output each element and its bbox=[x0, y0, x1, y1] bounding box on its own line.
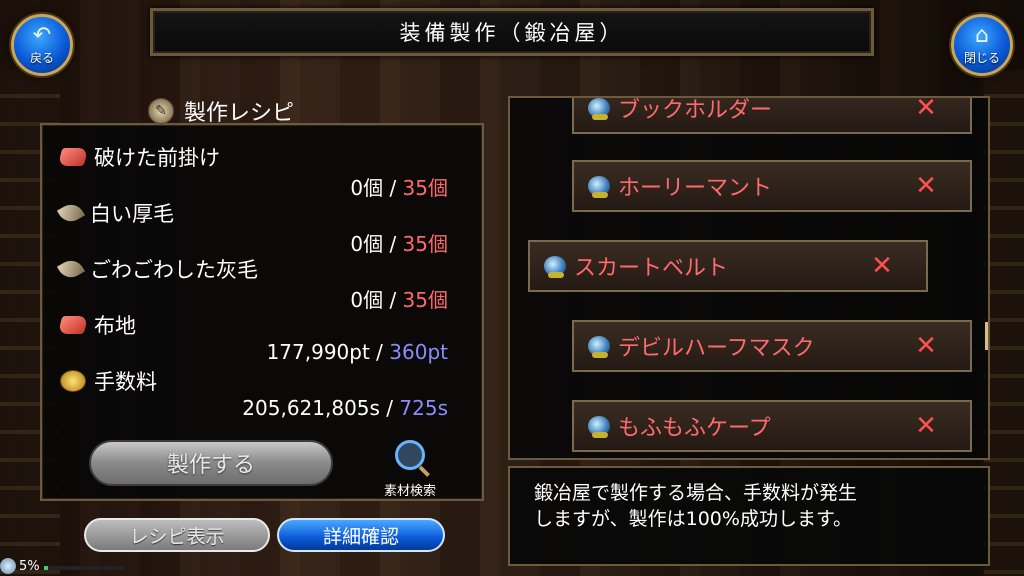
material-need: 35個 bbox=[402, 232, 448, 256]
orb-icon bbox=[0, 558, 16, 574]
helmet-icon bbox=[544, 256, 566, 278]
home-icon: ⌂ bbox=[975, 22, 989, 48]
close-label: 閉じる bbox=[963, 50, 1000, 65]
material-need: 35個 bbox=[402, 288, 448, 312]
material-have: 0個 bbox=[350, 176, 384, 200]
material-need: 360pt bbox=[389, 340, 448, 364]
material-need: 725s bbox=[399, 396, 448, 420]
craft-button[interactable]: 製作する bbox=[89, 440, 333, 486]
material-name: 手数料 bbox=[94, 370, 157, 394]
message-line: 鍛冶屋で製作する場合、手数料が発生 bbox=[534, 482, 858, 504]
material-name: 白い厚毛 bbox=[90, 202, 174, 226]
message-line: しますが、製作は100%成功します。 bbox=[534, 508, 853, 530]
remove-icon[interactable]: ✕ bbox=[906, 171, 946, 201]
list-item[interactable]: ブックホルダー ✕ bbox=[572, 98, 972, 134]
back-button[interactable]: ↶ 戻る bbox=[11, 14, 73, 76]
material-sep: / bbox=[379, 396, 400, 420]
magnifier-icon bbox=[395, 440, 425, 470]
helmet-icon bbox=[588, 176, 610, 198]
scroll-icon: ✎ bbox=[148, 98, 174, 124]
material-have: 205,621,805s bbox=[242, 396, 380, 420]
detail-button[interactable]: 詳細確認 bbox=[277, 518, 445, 552]
list-item-name: ホーリーマント bbox=[618, 176, 773, 201]
list-item[interactable]: デビルハーフマスク ✕ bbox=[572, 320, 972, 372]
helmet-icon bbox=[588, 98, 610, 120]
close-button[interactable]: ⌂ 閉じる bbox=[951, 14, 1013, 76]
title-bar: 装備製作（鍛冶屋） bbox=[150, 8, 874, 56]
helmet-icon bbox=[588, 416, 610, 438]
material-name: 破けた前掛け bbox=[94, 146, 220, 170]
list-item-name: ブックホルダー bbox=[618, 98, 773, 123]
back-label: 戻る bbox=[29, 50, 54, 65]
recipe-header: ✎ 製作レシピ bbox=[148, 94, 348, 128]
message-panel: 鍛冶屋で製作する場合、手数料が発生 しますが、製作は100%成功します。 bbox=[508, 466, 990, 566]
material-name: 布地 bbox=[94, 314, 136, 338]
material-qty: 177,990pt / 360pt bbox=[267, 340, 448, 364]
recipe-title: 製作レシピ bbox=[184, 101, 295, 126]
page-title: 装備製作（鍛冶屋） bbox=[399, 21, 625, 45]
background-bookshelf-right bbox=[984, 70, 1024, 576]
list-item-name: スカートベルト bbox=[574, 256, 729, 281]
remove-icon[interactable]: ✕ bbox=[906, 98, 946, 123]
material-search-label: 素材検索 bbox=[383, 484, 436, 499]
list-item-name: もふもふケープ bbox=[618, 416, 771, 441]
helmet-icon bbox=[588, 336, 610, 358]
remove-icon[interactable]: ✕ bbox=[906, 331, 946, 361]
material-need: 35個 bbox=[402, 176, 448, 200]
cloth-icon bbox=[57, 316, 89, 334]
list-item[interactable]: もふもふケープ ✕ bbox=[572, 400, 972, 452]
status-bar-fill bbox=[44, 566, 48, 570]
cloth-icon bbox=[57, 148, 89, 166]
remove-icon[interactable]: ✕ bbox=[862, 251, 902, 281]
list-item-name: デビルハーフマスク bbox=[618, 336, 815, 361]
list-item[interactable]: ホーリーマント ✕ bbox=[572, 160, 972, 212]
list-item-selected[interactable]: スカートベルト ✕ bbox=[528, 240, 928, 292]
material-sep: / bbox=[383, 288, 403, 312]
recipe-list-panel[interactable]: ブックホルダー ✕ ホーリーマント ✕ スカートベルト ✕ デビルハーフマスク … bbox=[508, 96, 990, 460]
material-qty: 205,621,805s / 725s bbox=[242, 396, 448, 420]
fur-icon bbox=[56, 255, 86, 283]
material-have: 0個 bbox=[350, 288, 384, 312]
back-arrow-icon: ↶ bbox=[32, 22, 52, 48]
material-sep: / bbox=[383, 176, 403, 200]
material-have: 0個 bbox=[350, 232, 384, 256]
material-qty: 0個 / 35個 bbox=[350, 284, 448, 313]
material-have: 177,990pt bbox=[266, 340, 370, 364]
coin-icon bbox=[60, 370, 86, 392]
material-qty: 0個 / 35個 bbox=[350, 172, 448, 201]
recipe-view-button[interactable]: レシピ表示 bbox=[84, 518, 270, 552]
material-name: ごわごわした灰毛 bbox=[90, 258, 258, 282]
list-scrollbar[interactable] bbox=[985, 322, 988, 350]
status-percent: 5% bbox=[19, 558, 40, 574]
fur-icon bbox=[56, 199, 86, 227]
status-bar bbox=[44, 566, 124, 570]
material-sep: / bbox=[369, 340, 390, 364]
material-search-button[interactable]: 素材検索 bbox=[370, 440, 450, 499]
remove-icon[interactable]: ✕ bbox=[906, 411, 946, 441]
material-qty: 0個 / 35個 bbox=[350, 228, 448, 257]
material-sep: / bbox=[383, 232, 403, 256]
